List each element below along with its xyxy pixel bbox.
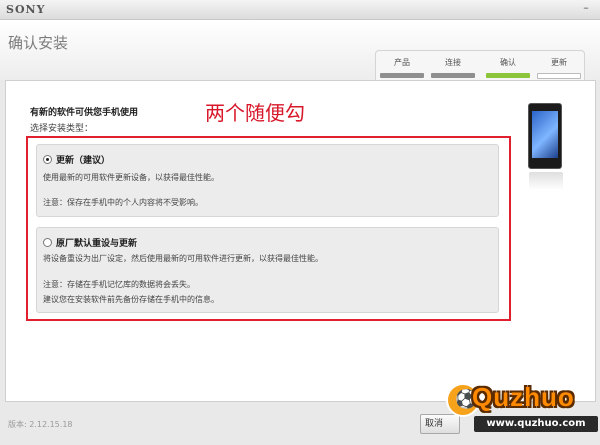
page-title: 确认安装 (8, 34, 69, 52)
step-confirm: 确认 (486, 57, 530, 78)
header: 确认安装 产品 连接 确认 更新 (0, 20, 600, 86)
step-label: 连接 (445, 58, 461, 67)
version-label: 版本: 2.12.15.18 (8, 420, 73, 429)
watermark-logo-text: Quzhuo (472, 382, 575, 412)
phone-image (528, 103, 563, 190)
step-bar (486, 73, 530, 78)
phone-reflection (529, 172, 563, 190)
step-bar (537, 73, 581, 79)
install-type-label: 选择安装类型： (30, 124, 94, 134)
section-heading: 有新的软件可供您手机使用 (30, 108, 139, 118)
annotation-text: 两个随便勾 (205, 101, 305, 125)
watermark: Quzhuo www.quzhuo.com (444, 380, 600, 445)
annotation-highlight-box (26, 136, 511, 321)
step-bar (431, 73, 475, 78)
step-product: 产品 (380, 57, 424, 78)
minimize-icon[interactable]: – (580, 2, 592, 15)
phone-screen (532, 111, 558, 158)
step-update: 更新 (537, 57, 581, 79)
brand-logo: SONY (6, 3, 46, 16)
step-label: 产品 (394, 58, 410, 67)
watermark-url: www.quzhuo.com (474, 416, 598, 432)
step-label: 确认 (500, 58, 516, 67)
step-connect: 连接 (431, 57, 475, 78)
title-bar: SONY – (0, 0, 600, 20)
step-bar (380, 73, 424, 78)
main-panel: 有新的软件可供您手机使用 选择安装类型： 两个随便勾 更新（建议） 使用最新的可… (5, 80, 596, 402)
step-label: 更新 (551, 58, 567, 67)
